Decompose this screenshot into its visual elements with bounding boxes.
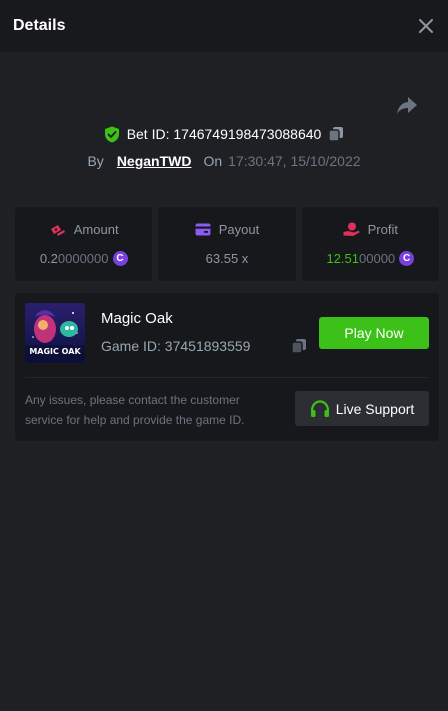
- bet-meta-row: By NeganTWD On 17:30:47, 15/10/2022: [0, 151, 448, 171]
- game-id-label: Game ID:: [101, 338, 161, 354]
- profit-value-main: 12.51: [326, 251, 360, 266]
- coin-icon: C: [399, 251, 415, 266]
- card-icon: [195, 223, 211, 236]
- amount-value-trail: 0000000: [57, 251, 109, 266]
- game-id-value: 37451893559: [164, 338, 251, 354]
- bet-timestamp: 17:30:47, 15/10/2022: [228, 153, 361, 169]
- stat-payout: Payout 63.55 x: [158, 207, 296, 281]
- shield-check-icon: [104, 126, 120, 143]
- amount-value-main: 0.2: [39, 251, 58, 266]
- bet-id-label: Bet ID:: [126, 126, 170, 142]
- coin-icon: C: [112, 251, 128, 266]
- game-id: Game ID: 37451893559: [101, 338, 250, 354]
- close-icon[interactable]: [416, 16, 436, 36]
- on-label: On: [203, 153, 223, 169]
- page-title: Details: [13, 17, 66, 34]
- headset-icon: [310, 399, 330, 418]
- bet-id-row: Bet ID: 1746749198473088640: [0, 124, 448, 144]
- live-support-button[interactable]: Live Support: [295, 391, 429, 426]
- play-now-button[interactable]: Play Now: [319, 317, 429, 349]
- game-card: MAGIC OAK Magic Oak Game ID: 37451893559…: [15, 293, 439, 441]
- live-support-label: Live Support: [335, 400, 415, 417]
- profit-value-trail: 00000: [359, 251, 396, 266]
- game-thumbnail-title: MAGIC OAK: [29, 347, 81, 356]
- share-icon[interactable]: [396, 94, 418, 116]
- game-name[interactable]: Magic Oak: [101, 310, 173, 327]
- divider: [25, 377, 429, 378]
- bet-id-text: Bet ID: 1746749198473088640: [127, 126, 322, 142]
- stat-amount: Amount 0.20000000 C: [15, 207, 153, 281]
- copy-icon[interactable]: [291, 338, 307, 359]
- by-label: By: [87, 153, 104, 169]
- hand-coin-icon: [343, 222, 360, 237]
- bet-id-value: 1746749198473088640: [173, 126, 322, 142]
- user-link[interactable]: NeganTWD: [117, 153, 192, 169]
- support-notice: Any issues, please contact the customer …: [25, 393, 245, 427]
- game-thumbnail[interactable]: MAGIC OAK: [25, 303, 85, 363]
- details-header: Details: [0, 0, 448, 52]
- bet-chips-icon: [49, 223, 66, 237]
- stat-profit: Profit 12.5100000 C: [301, 207, 439, 281]
- copy-icon[interactable]: [328, 126, 344, 142]
- stat-amount-label: Amount: [73, 222, 119, 237]
- stat-profit-label: Profit: [367, 222, 398, 237]
- stat-payout-label: Payout: [218, 222, 260, 237]
- bet-stats: Amount 0.20000000 C Payout 63.55 x Profi…: [15, 207, 439, 281]
- payout-value: 63.55 x: [205, 251, 249, 266]
